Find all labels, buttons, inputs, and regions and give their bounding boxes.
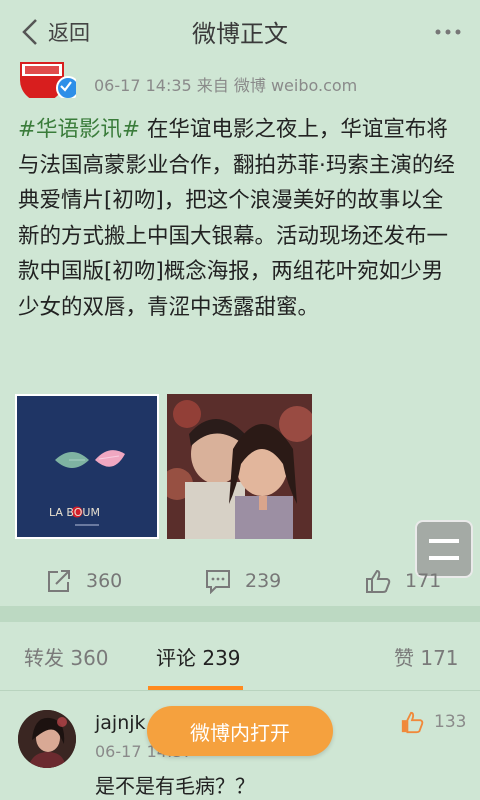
poster-title: LA BOUM <box>49 506 100 519</box>
page-title: 微博正文 <box>192 20 288 48</box>
share-icon <box>48 570 70 592</box>
commenter-name[interactable]: jajnjk <box>95 712 146 734</box>
section-divider <box>0 606 480 622</box>
post-body: 在华谊电影之夜上，华谊宣布将与法国高蒙影业合作，翻拍苏菲·玛索主演的经典爱情片[… <box>18 117 455 320</box>
post-card: 06-17 14:35 来自 微博 weibo.com #华语影讯# 在华谊电影… <box>0 62 480 554</box>
comment-button[interactable]: 239 <box>205 568 281 594</box>
more-icon[interactable] <box>434 24 462 40</box>
open-in-weibo-button[interactable]: 微博内打开 <box>147 706 333 756</box>
verified-badge-icon <box>56 76 76 98</box>
comment-like-button[interactable]: 133 <box>400 710 466 734</box>
top-bar: 返回 微博正文 <box>0 0 480 64</box>
repost-count: 360 <box>86 570 123 592</box>
tab-comment[interactable]: 评论 239 <box>156 642 241 671</box>
comment-text: 是不是有毛病？？ <box>95 774 255 798</box>
post-meta: 06-17 14:35 来自 微博 weibo.com <box>94 76 358 95</box>
comment-count: 239 <box>245 570 282 592</box>
active-tab-indicator <box>148 686 243 690</box>
author-avatar[interactable] <box>18 62 76 98</box>
menu-icon-bar <box>429 539 459 543</box>
tab-bar: 转发 360 评论 239 赞 171 <box>0 622 480 691</box>
tab-like[interactable]: 赞 171 <box>394 642 459 671</box>
like-count: 171 <box>405 570 442 592</box>
thumbs-up-icon <box>366 569 391 593</box>
like-button[interactable]: 171 <box>365 568 441 594</box>
post-image-still[interactable] <box>167 394 312 539</box>
tab-repost[interactable]: 转发 360 <box>24 642 109 671</box>
comment-icon <box>206 570 230 594</box>
post-text: #华语影讯# 在华谊电影之夜上，华谊宣布将与法国高蒙影业合作，翻拍苏菲·玛索主演… <box>18 112 464 325</box>
hashtag-link[interactable]: #华语影讯# <box>18 117 140 142</box>
repost-button[interactable]: 360 <box>46 568 122 594</box>
commenter-avatar[interactable] <box>18 710 76 768</box>
comment-like-count: 133 <box>434 712 467 732</box>
post-image-poster[interactable]: LA BOUM <box>15 394 159 539</box>
thumbs-up-icon <box>401 711 424 734</box>
action-bar: 360 239 171 <box>0 556 480 606</box>
